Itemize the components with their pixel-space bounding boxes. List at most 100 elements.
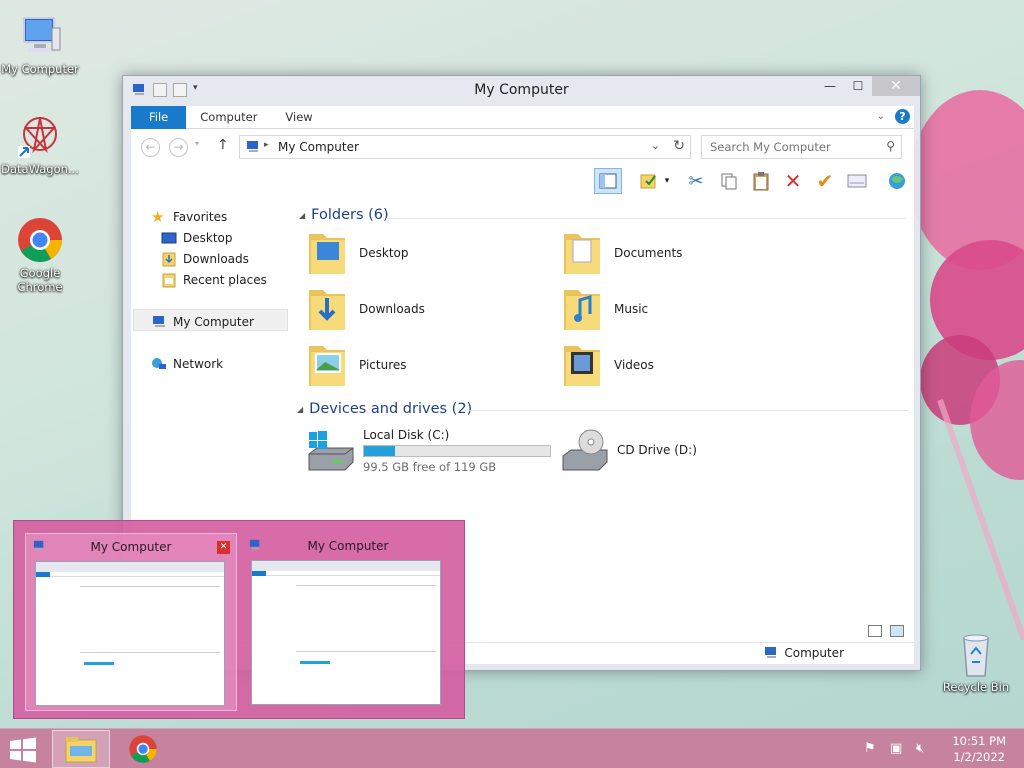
tab-computer[interactable]: Computer — [186, 106, 271, 129]
search-box[interactable]: ⚲ — [701, 135, 902, 159]
title-bar[interactable]: ▾ My Computer — ☐ ✕ — [123, 76, 920, 104]
nav-my-computer[interactable]: My Computer — [151, 313, 254, 331]
nav-downloads[interactable]: Downloads — [161, 250, 249, 268]
folder-label: Desktop — [359, 246, 409, 260]
nav-label: Desktop — [183, 231, 233, 245]
computer-icon — [765, 647, 777, 658]
taskbar-thumbnail-panel: My Computer ✕ My Computer — [13, 520, 465, 719]
collapse-triangle-icon[interactable]: ◢ — [297, 405, 303, 414]
group-divider — [386, 218, 906, 219]
close-button[interactable]: ✕ — [872, 76, 920, 96]
pictures-folder-icon — [309, 346, 345, 386]
preview-pane-button[interactable] — [594, 168, 622, 194]
navigation-bar: ← → ▾ ↑ ▸ My Computer ⌄ ↻ ⚲ — [131, 129, 914, 165]
nav-network[interactable]: Network — [151, 355, 223, 373]
search-input[interactable] — [702, 136, 872, 158]
taskbar: ⚑ ▣ 🔇︎ 10:51 PM 1/2/2022 — [0, 728, 1024, 768]
thumbnail-window-1[interactable]: My Computer ✕ — [25, 533, 237, 711]
clock[interactable]: 10:51 PM 1/2/2022 — [952, 733, 1006, 765]
nav-label: Favorites — [173, 210, 228, 224]
thumbnail-close-button[interactable]: ✕ — [217, 541, 230, 554]
drive-cd-d[interactable]: CD Drive (D:) — [561, 428, 697, 472]
nav-desktop[interactable]: Desktop — [161, 229, 233, 247]
minimize-button[interactable]: — — [816, 76, 844, 96]
taskbar-google-chrome[interactable] — [114, 730, 172, 768]
action-center-flag-icon[interactable]: ⚑ — [864, 741, 880, 757]
drives-group-header[interactable]: ◢ Devices and drives (2) — [297, 401, 472, 417]
chrome-icon — [18, 218, 62, 262]
folders-group-header[interactable]: ◢ Folders (6) — [299, 207, 389, 223]
globe-icon — [889, 173, 905, 189]
properties-dropdown[interactable]: ▾ — [659, 168, 675, 194]
details-view-icon[interactable] — [868, 625, 882, 637]
back-button[interactable]: ← — [141, 138, 160, 157]
network-button[interactable] — [883, 168, 911, 194]
folder-label: Downloads — [359, 302, 425, 316]
tab-file[interactable]: File — [131, 105, 187, 129]
nav-label: Recent places — [183, 273, 267, 287]
nav-favorites[interactable]: ★ Favorites — [151, 208, 227, 226]
ribbon-tabs: File Computer View ⌄ ? — [131, 105, 914, 129]
downloads-folder-icon — [309, 290, 345, 330]
folder-videos[interactable]: Videos — [560, 340, 654, 390]
expand-ribbon-icon[interactable]: ⌄ — [877, 111, 885, 122]
folder-label: Documents — [614, 246, 683, 260]
system-tray: ⚑ ▣ 🔇︎ — [864, 741, 932, 757]
folder-desktop[interactable]: Desktop — [305, 228, 409, 278]
search-icon[interactable]: ⚲ — [886, 139, 895, 153]
folder-label: Music — [614, 302, 649, 316]
tab-view[interactable]: View — [271, 106, 326, 129]
documents-folder-icon — [564, 234, 600, 274]
paste-button[interactable] — [747, 168, 775, 194]
drive-usage-bar — [363, 445, 551, 457]
delete-button[interactable]: ✕ — [779, 168, 807, 194]
copy-icon — [721, 173, 737, 190]
videos-folder-icon — [564, 346, 600, 386]
command-toolbar: ▾ ✂ ✕ ✔ — [131, 165, 914, 197]
email-icon — [847, 174, 867, 188]
network-status-icon[interactable]: ▣ — [890, 741, 906, 757]
rename-button[interactable]: ✔ — [811, 168, 839, 194]
desktop-icon-label: Google Chrome — [17, 266, 63, 294]
taskbar-file-explorer[interactable] — [52, 730, 110, 768]
network-icon — [152, 358, 166, 369]
desktop-icon-my-computer[interactable]: My Computer — [0, 12, 80, 76]
folder-downloads[interactable]: Downloads — [305, 284, 425, 334]
forward-button[interactable]: → — [169, 138, 188, 157]
desktop-icon-google-chrome[interactable]: Google Chrome — [0, 216, 80, 294]
thumbnail-window-2[interactable]: My Computer — [242, 533, 454, 711]
folder-documents[interactable]: Documents — [560, 228, 682, 278]
nav-label: Network — [173, 357, 224, 371]
recent-places-icon — [162, 273, 176, 288]
email-button[interactable] — [843, 168, 871, 194]
drive-local-disk-c[interactable]: Local Disk (C:) 99.5 GB free of 119 GB — [307, 428, 551, 474]
thumbnail-preview — [35, 561, 225, 706]
address-text: My Computer — [278, 140, 359, 154]
computer-icon — [247, 141, 258, 152]
collapse-triangle-icon[interactable]: ◢ — [299, 211, 305, 220]
cut-button[interactable]: ✂ — [682, 168, 710, 194]
window-title: My Computer — [474, 82, 569, 98]
copy-button[interactable] — [715, 168, 743, 194]
refresh-icon[interactable]: ↻ — [673, 138, 685, 154]
address-bar[interactable]: ▸ My Computer ⌄ ↻ — [239, 135, 691, 159]
folder-music[interactable]: Music — [560, 284, 648, 334]
recent-locations-icon[interactable]: ▾ — [195, 139, 199, 148]
chevron-down-icon[interactable]: ⌄ — [651, 139, 660, 152]
thumbnail-title: My Computer — [90, 540, 172, 554]
desktop-icon-datawagon[interactable]: DataWagon... — [0, 112, 80, 176]
folder-check-icon — [640, 174, 656, 189]
clock-time: 10:51 PM — [952, 734, 1006, 748]
folder-pictures[interactable]: Pictures — [305, 340, 407, 390]
folder-label: Pictures — [359, 358, 407, 372]
drive-label: CD Drive (D:) — [617, 443, 697, 457]
volume-muted-icon[interactable]: 🔇︎ — [916, 741, 932, 757]
help-icon[interactable]: ? — [895, 109, 910, 124]
large-icons-view-icon[interactable] — [890, 625, 904, 637]
nav-recent-places[interactable]: Recent places — [161, 271, 267, 289]
up-button[interactable]: ↑ — [217, 137, 229, 153]
maximize-button[interactable]: ☐ — [844, 76, 872, 96]
breadcrumb-chevron-icon[interactable]: ▸ — [264, 140, 269, 150]
start-button[interactable] — [8, 737, 38, 763]
file-explorer-icon — [65, 737, 97, 763]
